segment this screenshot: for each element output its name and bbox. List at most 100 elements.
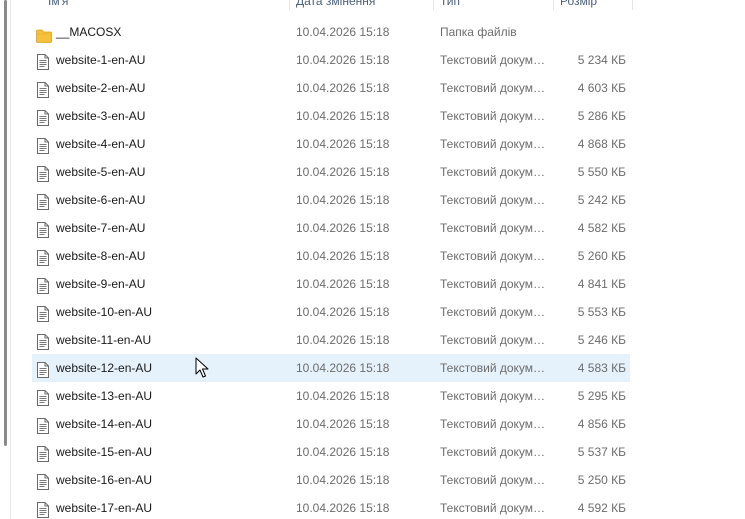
file-type: Текстовий документ xyxy=(440,249,548,263)
file-type: Текстовий документ xyxy=(440,305,548,319)
file-row[interactable]: website-8-en-AU 10.04.2026 15:18 Текстовий… xyxy=(32,242,630,270)
file-name: website-7-en-AU xyxy=(56,221,146,235)
file-name: website-15-en-AU xyxy=(56,445,153,459)
file-type: Текстовий документ xyxy=(440,445,548,459)
file-row[interactable]: website-7-en-AU 10.04.2026 15:18 Текстовий… xyxy=(32,214,630,242)
file-size: 5 242 КБ xyxy=(577,193,626,207)
text-file-icon xyxy=(36,388,50,406)
file-name: website-16-en-AU xyxy=(56,473,153,487)
file-size: 4 603 КБ xyxy=(577,81,626,95)
file-date: 10.04.2026 15:18 xyxy=(296,249,390,263)
file-type: Текстовий документ xyxy=(440,501,548,515)
file-name: website-12-en-AU xyxy=(56,361,153,375)
file-row[interactable]: website-3-en-AU 10.04.2026 15:18 Текстовий… xyxy=(32,102,630,130)
file-type: Текстовий документ xyxy=(440,389,548,403)
file-type: Текстовий документ xyxy=(440,473,548,487)
column-header-size[interactable]: Розмір xyxy=(553,0,633,10)
file-date: 10.04.2026 15:18 xyxy=(296,361,390,375)
file-type: Текстовий документ xyxy=(440,165,548,179)
file-size: 5 550 КБ xyxy=(577,165,626,179)
text-file-icon xyxy=(36,108,50,126)
file-type: Текстовий документ xyxy=(440,109,548,123)
file-name: website-14-en-AU xyxy=(56,417,153,431)
file-row[interactable]: website-11-en-AU 10.04.2026 15:18 Текстови… xyxy=(32,326,630,354)
file-name: website-8-en-AU xyxy=(56,249,146,263)
file-date: 10.04.2026 15:18 xyxy=(296,277,390,291)
file-row[interactable]: website-13-en-AU 10.04.2026 15:18 Текстови… xyxy=(32,382,630,410)
file-name: website-9-en-AU xyxy=(56,277,146,291)
file-row[interactable]: website-9-en-AU 10.04.2026 15:18 Текстовий… xyxy=(32,270,630,298)
text-file-icon xyxy=(36,416,50,434)
file-type: Текстовий документ xyxy=(440,193,548,207)
text-file-icon xyxy=(36,136,50,154)
file-row[interactable]: __MACOSX 10.04.2026 15:18 Папка файлів xyxy=(32,18,630,46)
file-type: Текстовий документ xyxy=(440,361,548,375)
column-header: Ім'я Дата змінення Тип Розмір xyxy=(32,0,634,10)
file-date: 10.04.2026 15:18 xyxy=(296,193,390,207)
file-row[interactable]: website-6-en-AU 10.04.2026 15:18 Текстовий… xyxy=(32,186,630,214)
file-date: 10.04.2026 15:18 xyxy=(296,473,390,487)
folder-icon xyxy=(36,25,52,43)
file-date: 10.04.2026 15:18 xyxy=(296,221,390,235)
file-name: website-13-en-AU xyxy=(56,389,153,403)
file-size: 4 856 КБ xyxy=(577,417,626,431)
file-size: 5 260 КБ xyxy=(577,249,626,263)
file-row[interactable]: website-4-en-AU 10.04.2026 15:18 Текстовий… xyxy=(32,130,630,158)
text-file-icon xyxy=(36,472,50,490)
file-size: 5 286 КБ xyxy=(577,109,626,123)
file-type: Текстовий документ xyxy=(440,81,548,95)
file-type: Текстовий документ xyxy=(440,137,548,151)
scrollbar-thumb[interactable] xyxy=(4,0,7,446)
file-date: 10.04.2026 15:18 xyxy=(296,445,390,459)
file-size: 5 553 КБ xyxy=(577,305,626,319)
text-file-icon xyxy=(36,304,50,322)
file-size: 5 234 КБ xyxy=(577,53,626,67)
text-file-icon xyxy=(36,444,50,462)
file-size: 5 246 КБ xyxy=(577,333,626,347)
file-row[interactable]: website-1-en-AU 10.04.2026 15:18 Текстовий… xyxy=(32,46,630,74)
file-name: website-6-en-AU xyxy=(56,193,146,207)
text-file-icon xyxy=(36,276,50,294)
file-row[interactable]: website-10-en-AU 10.04.2026 15:18 Текстови… xyxy=(32,298,630,326)
file-name: __MACOSX xyxy=(56,25,122,39)
file-date: 10.04.2026 15:18 xyxy=(296,109,390,123)
file-row[interactable]: website-15-en-AU 10.04.2026 15:18 Текстови… xyxy=(32,438,630,466)
file-name: website-1-en-AU xyxy=(56,53,146,67)
column-header-type[interactable]: Тип xyxy=(433,0,553,10)
file-date: 10.04.2026 15:18 xyxy=(296,137,390,151)
column-header-name[interactable]: Ім'я xyxy=(42,0,292,10)
file-size: 5 537 КБ xyxy=(577,445,626,459)
navigation-pane-edge xyxy=(0,0,11,519)
text-file-icon xyxy=(36,248,50,266)
mouse-cursor-icon xyxy=(195,357,209,378)
file-size: 4 583 КБ xyxy=(577,361,626,375)
file-row[interactable]: website-17-en-AU 10.04.2026 15:18 Текстови… xyxy=(32,494,630,519)
file-name: website-5-en-AU xyxy=(56,165,146,179)
file-row[interactable]: website-5-en-AU 10.04.2026 15:18 Текстовий… xyxy=(32,158,630,186)
file-name: website-3-en-AU xyxy=(56,109,146,123)
file-size: 5 250 КБ xyxy=(577,473,626,487)
file-date: 10.04.2026 15:18 xyxy=(296,165,390,179)
text-file-icon xyxy=(36,360,50,378)
file-row[interactable]: website-2-en-AU 10.04.2026 15:18 Текстовий… xyxy=(32,74,630,102)
text-file-icon xyxy=(36,220,50,238)
text-file-icon xyxy=(36,164,50,182)
file-date: 10.04.2026 15:18 xyxy=(296,333,390,347)
file-list: __MACOSX 10.04.2026 15:18 Папка файлів webs… xyxy=(32,18,630,519)
file-size: 4 868 КБ xyxy=(577,137,626,151)
file-type: Текстовий документ xyxy=(440,333,548,347)
text-file-icon xyxy=(36,192,50,210)
file-explorer-window: Ім'я Дата змінення Тип Розмір __MACOSX 10… xyxy=(0,0,745,519)
file-name: website-2-en-AU xyxy=(56,81,146,95)
file-size: 5 295 КБ xyxy=(577,389,626,403)
column-header-date[interactable]: Дата змінення xyxy=(289,0,433,10)
file-row[interactable]: website-12-en-AU 10.04.2026 15:18 Текстови… xyxy=(32,354,630,382)
file-type: Текстовий документ xyxy=(440,221,548,235)
file-name: website-11-en-AU xyxy=(56,333,152,347)
file-name: website-4-en-AU xyxy=(56,137,146,151)
file-type: Текстовий документ xyxy=(440,277,548,291)
file-name: website-17-en-AU xyxy=(56,501,153,515)
file-row[interactable]: website-14-en-AU 10.04.2026 15:18 Текстови… xyxy=(32,410,630,438)
file-date: 10.04.2026 15:18 xyxy=(296,501,390,515)
file-row[interactable]: website-16-en-AU 10.04.2026 15:18 Текстови… xyxy=(32,466,630,494)
